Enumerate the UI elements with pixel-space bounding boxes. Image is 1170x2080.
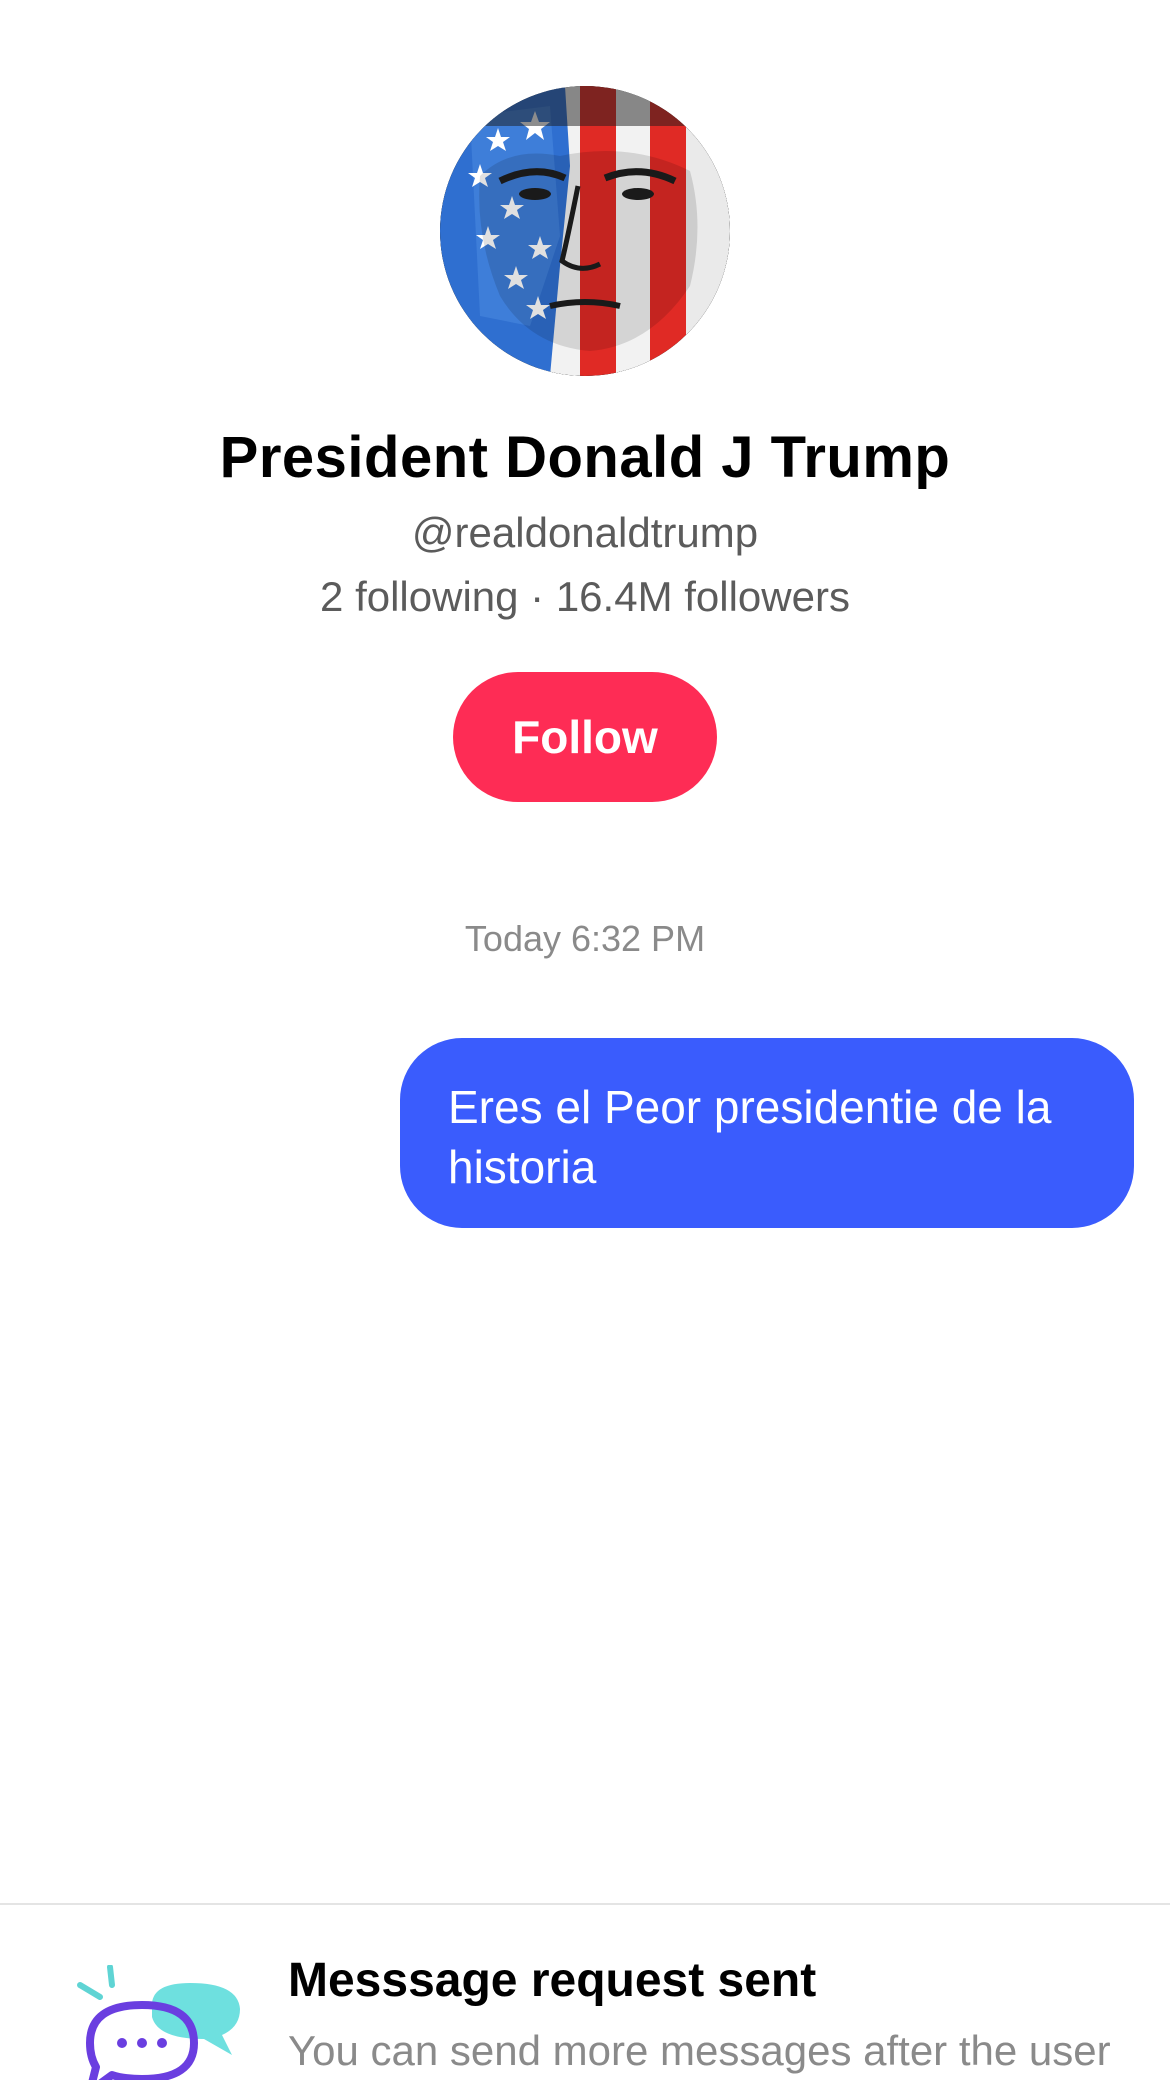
avatar-image [440,86,730,376]
message-request-panel: Messsage request sent You can send more … [0,1903,1170,2080]
message-timestamp: Today 6:32 PM [464,918,706,959]
profile-name: President Donald J Trump [219,425,951,490]
profile-handle: @realdonaldtrump [411,508,759,556]
chat-bubbles-icon [77,1965,240,2080]
profile-header: President Donald J Trump @realdonaldtrum… [0,0,1170,803]
sent-message-bubble[interactable]: Eres el Peor presidentie de la historia [400,1038,1134,1228]
follow-button[interactable]: Follow [453,672,717,803]
request-title: Messsage request sent [288,1954,817,2007]
request-subtitle: You can send more messages after the use… [288,2027,1111,2074]
profile-stats: 2 following · 16.4M followers [320,572,850,620]
avatar[interactable] [440,86,730,376]
chat-screen: President Donald J Trump @realdonaldtrum… [0,0,1170,2080]
